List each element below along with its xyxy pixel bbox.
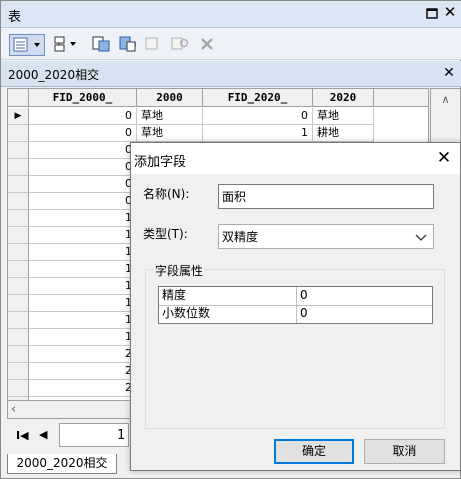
column-header[interactable]: 2020 [313,89,374,107]
close-window-icon[interactable]: ✕ [443,4,457,20]
table-cell[interactable]: 2 [29,380,137,397]
row-selector[interactable] [8,142,29,159]
dialog-titlebar: 添加字段 ✕ [131,143,460,174]
previous-record-icon[interactable]: ◀ [39,428,47,441]
dialog-title: 添加字段 [134,155,187,170]
table-options-button[interactable] [9,34,45,56]
row-selector[interactable] [8,329,29,346]
table-cell[interactable]: 0 [29,142,137,159]
field-properties-title: 字段属性 [153,262,206,279]
clear-selection-icon[interactable] [143,34,163,54]
table-cell[interactable]: 1 [29,278,137,295]
table-cell[interactable]: 0 [203,108,313,125]
restore-icon[interactable] [425,6,439,20]
row-selector[interactable] [8,312,29,329]
table-cell[interactable]: 1 [203,125,313,142]
row-selector[interactable] [8,295,29,312]
table-cell[interactable]: 0 [29,159,137,176]
table-cell[interactable]: 1 [29,295,137,312]
table-cell[interactable]: 1 [29,329,137,346]
row-selector[interactable] [8,380,29,397]
table-cell[interactable]: 耕地 [313,125,374,142]
table-cell[interactable]: 0 [29,193,137,210]
horizontal-scrollbar[interactable]: ‹ [7,401,131,419]
scroll-up-icon[interactable]: ∧ [431,92,460,108]
table-cell[interactable]: 1 [29,261,137,278]
row-selector[interactable] [8,125,29,142]
table-cell[interactable]: 2 [29,363,137,380]
name-label: 名称(N): [143,187,190,201]
add-field-dialog: 添加字段 ✕ 名称(N): 面积 类型(T): 双精度 字段属性 精度 0 小数… [130,142,461,471]
select-by-attributes-icon[interactable] [91,34,113,54]
table-tab-header: 2000_2020相交 ✕ [1,61,461,87]
delete-selected-icon[interactable] [197,34,217,54]
table-cell[interactable]: 草地 [137,108,203,125]
bottom-table-tab[interactable]: 2000_2020相交 [7,454,117,474]
table-cell[interactable]: 1 [29,312,137,329]
table-cell[interactable]: 1 [29,210,137,227]
table-cell[interactable]: 1 [29,244,137,261]
row-selector[interactable] [8,244,29,261]
field-type-value: 双精度 [222,230,259,244]
scroll-left-icon[interactable]: ‹ [11,402,16,417]
row-selector-header [8,89,29,107]
table-cell[interactable]: 0 [29,176,137,193]
row-selector[interactable] [8,210,29,227]
first-record-icon[interactable]: I◀ [16,429,29,442]
row-selector[interactable] [8,159,29,176]
window-titlebar: 表 ✕ [1,1,461,28]
close-dialog-icon[interactable]: ✕ [433,147,455,169]
property-key: 精度 [159,287,297,305]
table-row[interactable]: 0 草地 1 耕地 [8,125,428,142]
table-toolbar [1,28,461,60]
property-row-precision: 精度 0 [159,287,432,306]
field-properties-table: 精度 0 小数位数 0 [158,286,433,324]
column-header[interactable]: FID_2020_ [203,89,313,107]
table-cell[interactable]: 草地 [137,125,203,142]
table-cell[interactable]: 2 [29,346,137,363]
property-value[interactable]: 0 [297,287,432,305]
related-tables-button[interactable] [53,34,81,54]
window-title: 表 [8,10,22,25]
row-selector[interactable] [8,193,29,210]
table-cell[interactable]: 草地 [313,108,374,125]
type-label: 类型(T): [143,227,188,241]
property-value[interactable]: 0 [297,305,432,323]
chevron-down-icon [414,230,428,244]
current-row-arrow-icon[interactable]: ▶ [8,108,29,125]
property-row-scale: 小数位数 0 [159,305,432,323]
cancel-button[interactable]: 取消 [364,439,445,464]
row-selector[interactable] [8,363,29,380]
row-selector[interactable] [8,227,29,244]
field-type-select[interactable]: 双精度 [218,224,434,249]
table-tab-title: 2000_2020相交 [8,68,100,82]
property-key: 小数位数 [159,305,297,323]
close-tab-icon[interactable]: ✕ [441,64,457,82]
table-header: FID_2000_ 2000 FID_2020_ 2020 [8,89,428,107]
column-header[interactable]: FID_2000_ [29,89,137,107]
switch-selection-icon[interactable] [117,34,139,54]
table-row[interactable]: ▶ 0 草地 0 草地 [8,108,428,125]
table-cell[interactable]: 1 [29,227,137,244]
row-selector[interactable] [8,261,29,278]
record-navigation: I◀ ◀ 1 [7,419,131,451]
table-cell[interactable]: 0 [29,125,137,142]
row-selector[interactable] [8,346,29,363]
current-record: 1 [117,428,126,443]
column-header[interactable]: 2000 [137,89,203,107]
row-selector[interactable] [8,176,29,193]
field-name-input[interactable]: 面积 [218,184,434,209]
table-cell[interactable]: 0 [29,108,137,125]
zoom-to-selected-icon[interactable] [169,34,191,54]
row-selector[interactable] [8,278,29,295]
ok-button[interactable]: 确定 [274,439,354,464]
